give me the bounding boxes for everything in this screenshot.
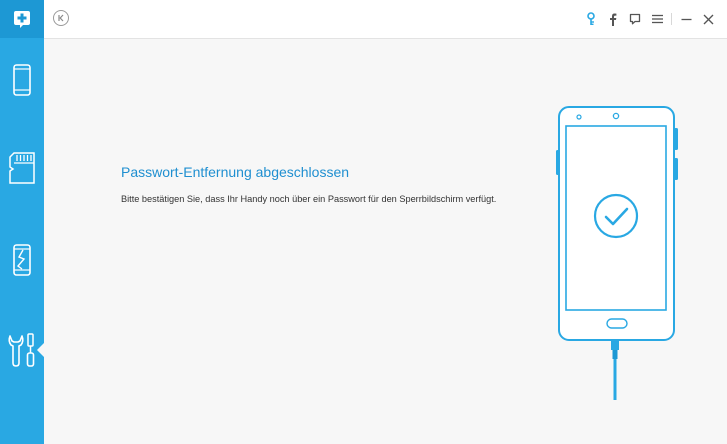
- minimize-button[interactable]: [675, 9, 697, 29]
- minimize-icon: [681, 18, 691, 20]
- back-button[interactable]: [53, 10, 69, 26]
- close-icon: [703, 14, 713, 24]
- sidebar-item-broken-screen[interactable]: [0, 238, 44, 282]
- close-button[interactable]: [697, 9, 719, 29]
- feedback-icon: [629, 13, 641, 25]
- facebook-button[interactable]: [602, 9, 624, 29]
- sidebar: [0, 0, 44, 444]
- menu-icon: [651, 14, 663, 24]
- title-bar: [44, 0, 727, 39]
- sidebar-item-phone[interactable]: [0, 58, 44, 102]
- feedback-button[interactable]: [624, 9, 646, 29]
- back-circle-icon: [58, 14, 64, 22]
- broken-phone-icon: [13, 244, 31, 276]
- key-button[interactable]: [580, 9, 602, 29]
- window-controls: [580, 9, 719, 29]
- key-icon: [587, 12, 595, 26]
- menu-button[interactable]: [646, 9, 668, 29]
- phone-check-icon: [556, 106, 678, 400]
- sd-card-icon: [9, 152, 35, 184]
- plus-badge-icon: [14, 11, 30, 28]
- phone-icon: [13, 64, 31, 96]
- phone-illustration: [550, 100, 685, 405]
- sidebar-item-sdcard[interactable]: [0, 146, 44, 190]
- sidebar-item-repair[interactable]: [0, 328, 44, 372]
- page-description: Bitte bestätigen Sie, dass Ihr Handy noc…: [121, 194, 497, 204]
- page-title: Passwort-Entfernung abgeschlossen: [121, 164, 350, 180]
- facebook-icon: [610, 13, 617, 26]
- app-logo: [0, 0, 44, 38]
- wrench-screwdriver-icon: [8, 333, 35, 367]
- toolbar-divider: [671, 13, 672, 25]
